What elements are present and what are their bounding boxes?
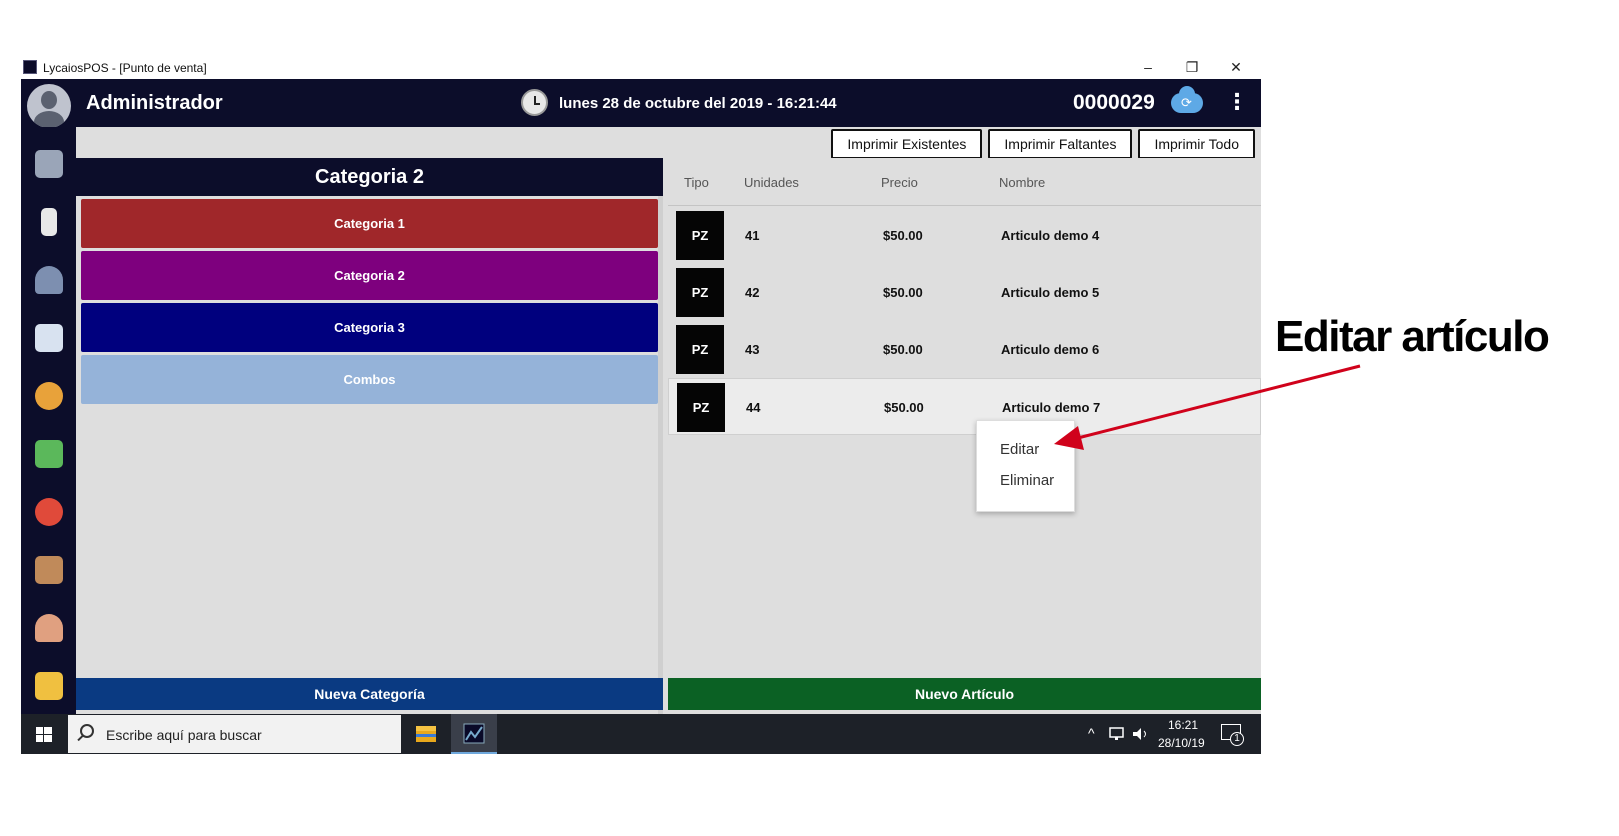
avatar-head-shape bbox=[41, 91, 57, 109]
cart-icon bbox=[35, 150, 63, 178]
sidebar-item-sales[interactable] bbox=[32, 147, 66, 181]
avatar[interactable] bbox=[27, 84, 71, 128]
exit-icon bbox=[35, 672, 63, 700]
price-cell: $50.00 bbox=[883, 285, 923, 300]
taskbar-time[interactable]: 16:21 bbox=[1168, 718, 1198, 732]
report-clock-icon bbox=[35, 324, 63, 352]
avatar-body-shape bbox=[34, 111, 64, 128]
name-cell: Articulo demo 4 bbox=[1001, 228, 1100, 243]
categories-panel: Categoria 2 Categoria 1 Categoria 2 Cate… bbox=[76, 158, 663, 714]
cloud-sync-icon[interactable]: ⟳ bbox=[1171, 86, 1203, 113]
current-datetime: lunes 28 de octubre del 2019 - 16:21:44 bbox=[559, 95, 837, 112]
table-row[interactable]: PZ 42 $50.00 Articulo demo 5 bbox=[668, 264, 1261, 321]
sidebar-item-top[interactable] bbox=[32, 379, 66, 413]
header-divider bbox=[668, 205, 1261, 206]
taskbar-date[interactable]: 28/10/19 bbox=[1158, 736, 1205, 750]
cash-icon bbox=[35, 440, 63, 468]
units-cell: 43 bbox=[745, 342, 760, 357]
screenshot-stage: LycaiosPOS - [Punto de venta] – ❐ ✕ Admi… bbox=[0, 0, 1619, 836]
sidebar-item-inventory[interactable] bbox=[32, 553, 66, 587]
unit-type-badge: PZ bbox=[677, 383, 725, 432]
units-cell: 42 bbox=[745, 285, 760, 300]
sync-glyph: ⟳ bbox=[1181, 95, 1192, 110]
selected-category-title: Categoria 2 bbox=[76, 158, 663, 196]
units-cell: 41 bbox=[745, 228, 760, 243]
inventory-icon bbox=[35, 556, 63, 584]
timer-icon bbox=[35, 498, 63, 526]
unit-type-badge: PZ bbox=[676, 325, 724, 374]
minimize-button[interactable]: – bbox=[1126, 57, 1170, 77]
user-name: Administrador bbox=[86, 92, 223, 114]
more-menu-icon[interactable]: ⋮ bbox=[1226, 91, 1248, 113]
clock-icon bbox=[521, 89, 548, 116]
sidebar-item-reports[interactable] bbox=[32, 321, 66, 355]
close-button[interactable]: ✕ bbox=[1214, 57, 1258, 77]
volume-icon[interactable] bbox=[1132, 727, 1150, 741]
unit-type-badge: PZ bbox=[676, 211, 724, 260]
sidebar-item-cash[interactable] bbox=[32, 437, 66, 471]
top-badge-icon bbox=[35, 382, 63, 410]
category-button[interactable]: Categoria 3 bbox=[81, 303, 658, 352]
employees-icon bbox=[35, 614, 63, 642]
window-title: LycaiosPOS - [Punto de venta] bbox=[43, 61, 207, 75]
new-category-button[interactable]: Nueva Categoría bbox=[76, 678, 663, 710]
sidebar-item-tickets[interactable] bbox=[32, 205, 66, 239]
category-button[interactable]: Categoria 2 bbox=[81, 251, 658, 300]
name-cell: Articulo demo 5 bbox=[1001, 285, 1100, 300]
start-button[interactable] bbox=[21, 714, 67, 754]
column-header-tipo: Tipo bbox=[684, 175, 709, 190]
name-cell: Articulo demo 6 bbox=[1001, 342, 1100, 357]
window-titlebar: LycaiosPOS - [Punto de venta] – ❐ ✕ bbox=[21, 57, 1261, 79]
ticket-folio: 0000029 bbox=[1073, 91, 1155, 114]
users-icon bbox=[35, 266, 63, 294]
lycaiospos-taskbar-icon[interactable] bbox=[451, 714, 497, 754]
search-icon bbox=[80, 724, 94, 738]
table-row[interactable]: PZ 41 $50.00 Articulo demo 4 bbox=[668, 207, 1261, 264]
column-header-precio: Precio bbox=[881, 175, 918, 190]
category-button[interactable]: Categoria 1 bbox=[81, 199, 658, 248]
sidebar-item-exit[interactable] bbox=[32, 669, 66, 703]
notifications-count: 1 bbox=[1230, 732, 1244, 746]
price-cell: $50.00 bbox=[884, 400, 924, 415]
taskbar-search[interactable]: Escribe aquí para buscar bbox=[68, 715, 401, 753]
price-cell: $50.00 bbox=[883, 228, 923, 243]
print-missing-button[interactable]: Imprimir Faltantes bbox=[988, 129, 1133, 159]
sidebar-item-employees[interactable] bbox=[32, 611, 66, 645]
column-header-unidades: Unidades bbox=[744, 175, 799, 190]
new-article-button[interactable]: Nuevo Artículo bbox=[668, 678, 1261, 710]
app-header: Administrador lunes 28 de octubre del 20… bbox=[21, 79, 1261, 128]
file-explorer-taskbar-icon[interactable] bbox=[403, 714, 449, 754]
annotation-label: Editar artículo bbox=[1275, 312, 1550, 361]
print-toolbar: Imprimir Existentes Imprimir Faltantes I… bbox=[831, 129, 1255, 159]
sidebar-item-timer[interactable] bbox=[32, 495, 66, 529]
receipt-icon bbox=[41, 208, 57, 236]
tray-chevron-icon[interactable]: ^ bbox=[1088, 725, 1095, 741]
app-logo-icon bbox=[23, 60, 37, 74]
windows-logo-icon bbox=[36, 727, 52, 742]
sidebar-nav bbox=[21, 127, 76, 714]
print-stock-button[interactable]: Imprimir Existentes bbox=[831, 129, 983, 159]
edit-menu-item[interactable]: Editar bbox=[1000, 441, 1039, 458]
restore-button[interactable]: ❐ bbox=[1170, 57, 1214, 77]
units-cell: 44 bbox=[746, 400, 761, 415]
column-header-nombre: Nombre bbox=[999, 175, 1046, 190]
network-icon[interactable] bbox=[1109, 727, 1125, 741]
windows-taskbar: Escribe aquí para buscar ^ 16:21 28/10/1… bbox=[21, 714, 1261, 754]
price-cell: $50.00 bbox=[883, 342, 923, 357]
category-button[interactable]: Combos bbox=[81, 355, 658, 404]
unit-type-badge: PZ bbox=[676, 268, 724, 317]
print-all-button[interactable]: Imprimir Todo bbox=[1138, 129, 1255, 159]
search-placeholder: Escribe aquí para buscar bbox=[106, 727, 262, 743]
sidebar-item-customers[interactable] bbox=[32, 263, 66, 297]
annotation-arrow-icon bbox=[1054, 364, 1361, 450]
notifications-icon[interactable]: 1 bbox=[1221, 724, 1244, 746]
delete-menu-item[interactable]: Eliminar bbox=[1000, 472, 1054, 489]
